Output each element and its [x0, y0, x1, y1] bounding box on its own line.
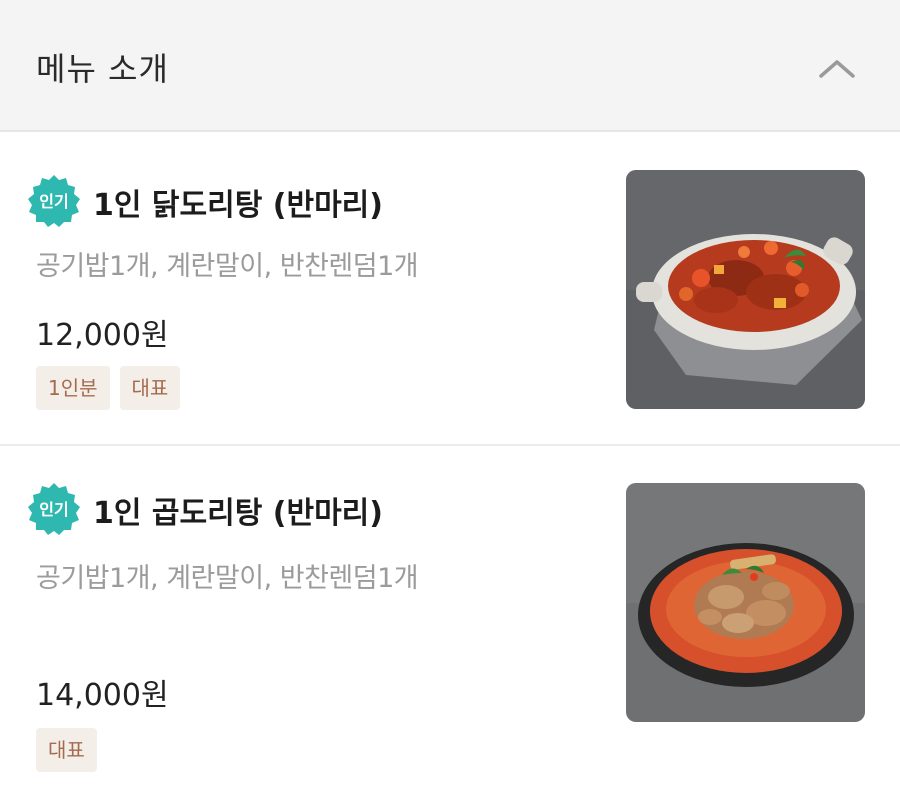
popular-badge: 인기	[26, 481, 82, 537]
menu-item-tags: 1인분 대표	[36, 366, 181, 410]
menu-item-name: 1인 닭도리탕 (반마리)	[93, 188, 383, 223]
section-title: 메뉴 소개	[36, 50, 169, 88]
braised-chicken-dish-photo	[626, 170, 865, 409]
tag-signature: 대표	[119, 366, 181, 410]
popular-badge: 인기	[26, 173, 82, 229]
badge-label: 인기	[39, 500, 68, 519]
tag-single-serving: 1인분	[36, 366, 110, 410]
menu-item-description: 공기밥1개, 계란말이, 반찬렌덤1개	[36, 563, 419, 594]
menu-item[interactable]: 인기 1인 곱도리탕 (반마리) 공기밥1개, 계란말이, 반찬렌덤1개 14,…	[0, 446, 900, 800]
menu-item-price: 14,000원	[36, 678, 169, 713]
menu-item-price: 12,000원	[36, 318, 169, 353]
spicy-chicken-stew-photo	[626, 483, 865, 722]
badge-label: 인기	[39, 192, 68, 211]
menu-section-header[interactable]: 메뉴 소개	[0, 0, 900, 132]
menu-item-tags: 대표	[36, 728, 97, 772]
menu-item-name: 1인 곱도리탕 (반마리)	[93, 496, 383, 531]
menu-item[interactable]: 인기 1인 닭도리탕 (반마리) 공기밥1개, 계란말이, 반찬렌덤1개 12,…	[0, 132, 900, 444]
tag-signature: 대표	[36, 728, 97, 772]
menu-item-description: 공기밥1개, 계란말이, 반찬렌덤1개	[36, 251, 419, 282]
collapse-button[interactable]	[808, 46, 866, 90]
chevron-up-icon	[808, 46, 866, 90]
